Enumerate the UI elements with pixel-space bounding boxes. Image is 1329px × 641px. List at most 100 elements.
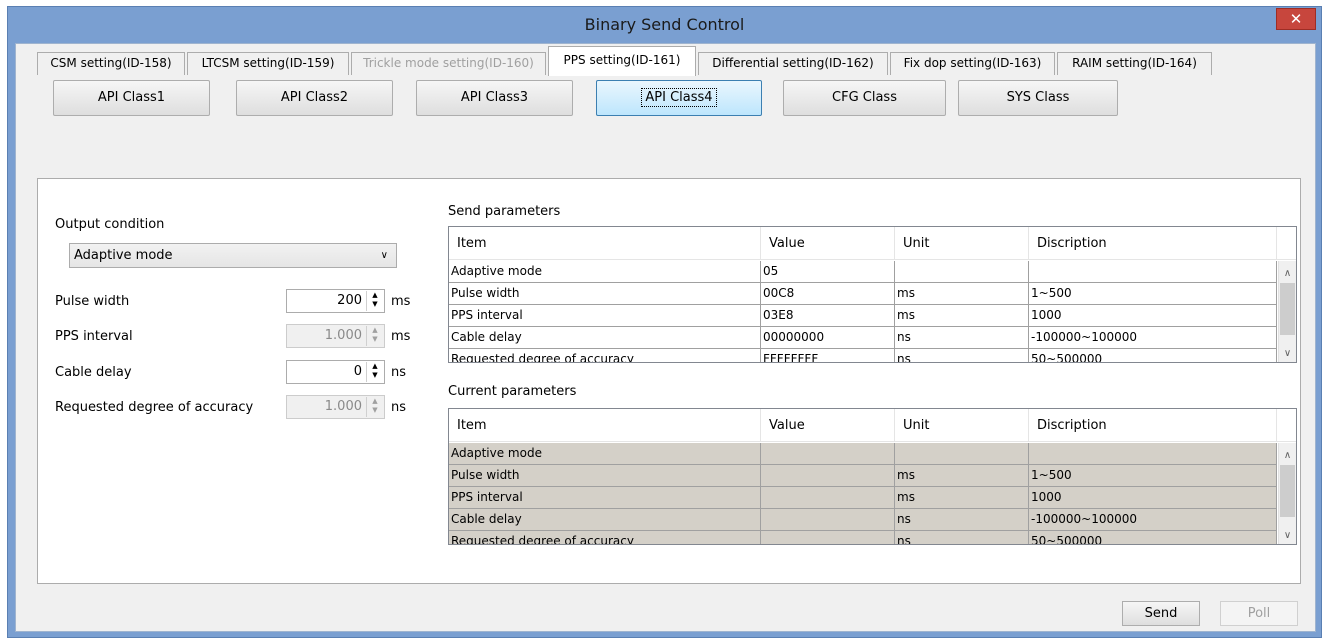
send-button[interactable]: Send — [1122, 601, 1200, 626]
table-row[interactable]: Adaptive mode — [449, 443, 1277, 465]
cell-item: Adaptive mode — [449, 261, 761, 283]
chevron-down-icon: ∨ — [380, 250, 388, 261]
api-class4-button[interactable]: API Class4 — [596, 80, 762, 116]
column-header-description[interactable]: Discription — [1029, 409, 1277, 442]
tab-ltcsm-setting[interactable]: LTCSM setting(ID-159) — [187, 52, 349, 75]
cell-item: Cable delay — [449, 509, 761, 531]
cell-item: PPS interval — [449, 487, 761, 509]
window-title: Binary Send Control — [584, 15, 745, 34]
table-row[interactable]: PPS interval ms 1000 — [449, 487, 1277, 509]
cell-value: 00000000 — [761, 327, 895, 349]
sys-class-button[interactable]: SYS Class — [958, 80, 1118, 116]
cell-value — [761, 443, 895, 465]
table-row[interactable]: Requested degree of accuracy FFFFFFFF ns 50… — [449, 349, 1277, 362]
cell-description — [1029, 261, 1277, 283]
spin-arrows-icon[interactable]: ▲ ▼ — [366, 362, 383, 382]
cell-value — [761, 531, 895, 544]
cell-unit: ms — [895, 283, 1029, 305]
scroll-down-icon[interactable]: ∨ — [1279, 527, 1296, 544]
cell-value: 00C8 — [761, 283, 895, 305]
send-table-scrollbar[interactable]: ∧ ∨ — [1278, 261, 1296, 362]
close-icon[interactable]: ✕ — [1276, 8, 1316, 30]
cell-description: 1000 — [1029, 487, 1277, 509]
output-condition-select[interactable]: Adaptive mode ∨ — [69, 243, 397, 268]
pps-interval-value: 1.000 — [324, 328, 362, 343]
table-header: Item Value Unit Discription — [449, 409, 1296, 442]
tab-fix-dop-setting[interactable]: Fix dop setting(ID-163) — [890, 52, 1055, 75]
table-row[interactable]: PPS interval 03E8 ms 1000 — [449, 305, 1277, 327]
tab-differential-setting[interactable]: Differential setting(ID-162) — [698, 52, 888, 75]
table-row[interactable]: Pulse width ms 1~500 — [449, 465, 1277, 487]
cell-unit: ms — [895, 465, 1029, 487]
table-row[interactable]: Requested degree of accuracy ns 50~500000 — [449, 531, 1277, 544]
cable-delay-value: 0 — [353, 364, 362, 379]
cell-description: -100000~100000 — [1029, 327, 1277, 349]
cell-unit: ns — [895, 327, 1029, 349]
pulse-width-label: Pulse width — [55, 294, 130, 309]
table-row[interactable]: Pulse width 00C8 ms 1~500 — [449, 283, 1277, 305]
cell-item: Pulse width — [449, 465, 761, 487]
pps-interval-stepper: 1.000 ▲ ▼ — [286, 324, 385, 348]
tab-raim-setting[interactable]: RAIM setting(ID-164) — [1057, 52, 1212, 75]
scroll-up-icon[interactable]: ∧ — [1279, 265, 1296, 282]
spin-arrows-icon: ▲ ▼ — [366, 326, 383, 346]
cell-description: 50~500000 — [1029, 349, 1277, 362]
column-header-item[interactable]: Item — [449, 409, 761, 442]
accuracy-unit: ns — [391, 400, 407, 415]
pps-setting-panel: Output condition Adaptive mode ∨ Pulse w… — [37, 178, 1301, 584]
accuracy-stepper: 1.000 ▲ ▼ — [286, 395, 385, 419]
cell-unit — [895, 443, 1029, 465]
client-area: API Class1 API Class2 API Class3 API Cla… — [15, 43, 1316, 632]
send-parameters-title: Send parameters — [448, 204, 561, 219]
column-header-item[interactable]: Item — [449, 227, 761, 260]
pulse-width-unit: ms — [391, 294, 411, 309]
current-table-scrollbar[interactable]: ∧ ∨ — [1278, 443, 1296, 544]
cable-delay-label: Cable delay — [55, 365, 132, 380]
scroll-thumb[interactable] — [1280, 283, 1295, 335]
current-parameters-table: Item Value Unit Discription Adaptive mod… — [448, 408, 1297, 545]
api-class3-button[interactable]: API Class3 — [416, 80, 573, 116]
column-header-description[interactable]: Discription — [1029, 227, 1277, 260]
scroll-down-icon[interactable]: ∨ — [1279, 345, 1296, 362]
table-header: Item Value Unit Discription — [449, 227, 1296, 260]
scroll-thumb[interactable] — [1280, 465, 1295, 517]
api-class1-button[interactable]: API Class1 — [53, 80, 210, 116]
column-header-unit[interactable]: Unit — [895, 227, 1029, 260]
current-parameters-title: Current parameters — [448, 384, 577, 399]
pulse-width-stepper[interactable]: 200 ▲ ▼ — [286, 289, 385, 313]
cell-value — [761, 465, 895, 487]
tab-csm-setting[interactable]: CSM setting(ID-158) — [37, 52, 185, 75]
cable-delay-stepper[interactable]: 0 ▲ ▼ — [286, 360, 385, 384]
tab-trickle-mode-setting: Trickle mode setting(ID-160) — [351, 52, 546, 75]
cell-unit: ms — [895, 487, 1029, 509]
poll-button: Poll — [1220, 601, 1298, 626]
table-row[interactable]: Cable delay ns -100000~100000 — [449, 509, 1277, 531]
api-class2-button[interactable]: API Class2 — [236, 80, 393, 116]
cell-description — [1029, 443, 1277, 465]
table-row[interactable]: Adaptive mode 05 — [449, 261, 1277, 283]
column-header-value[interactable]: Value — [761, 227, 895, 260]
cell-unit: ns — [895, 531, 1029, 544]
cell-item: Requested degree of accuracy — [449, 531, 761, 544]
cell-description: 1~500 — [1029, 465, 1277, 487]
scroll-up-icon[interactable]: ∧ — [1279, 447, 1296, 464]
cell-item: Pulse width — [449, 283, 761, 305]
cfg-class-button[interactable]: CFG Class — [783, 80, 946, 116]
cell-unit: ms — [895, 305, 1029, 327]
spin-arrows-icon[interactable]: ▲ ▼ — [366, 291, 383, 311]
pps-interval-label: PPS interval — [55, 329, 133, 344]
pps-interval-unit: ms — [391, 329, 411, 344]
table-row[interactable]: Cable delay 00000000 ns -100000~100000 — [449, 327, 1277, 349]
cell-unit — [895, 261, 1029, 283]
cell-value — [761, 487, 895, 509]
binary-send-control-window: Binary Send Control ✕ API Class1 API Cla… — [7, 6, 1322, 638]
accuracy-label: Requested degree of accuracy — [55, 400, 254, 415]
column-header-value[interactable]: Value — [761, 409, 895, 442]
cell-item: Adaptive mode — [449, 443, 761, 465]
cell-item: Requested degree of accuracy — [449, 349, 761, 362]
tab-pps-setting[interactable]: PPS setting(ID-161) — [548, 46, 696, 76]
column-header-unit[interactable]: Unit — [895, 409, 1029, 442]
cell-value: 05 — [761, 261, 895, 283]
pulse-width-value: 200 — [337, 293, 362, 308]
accuracy-value: 1.000 — [324, 399, 362, 414]
